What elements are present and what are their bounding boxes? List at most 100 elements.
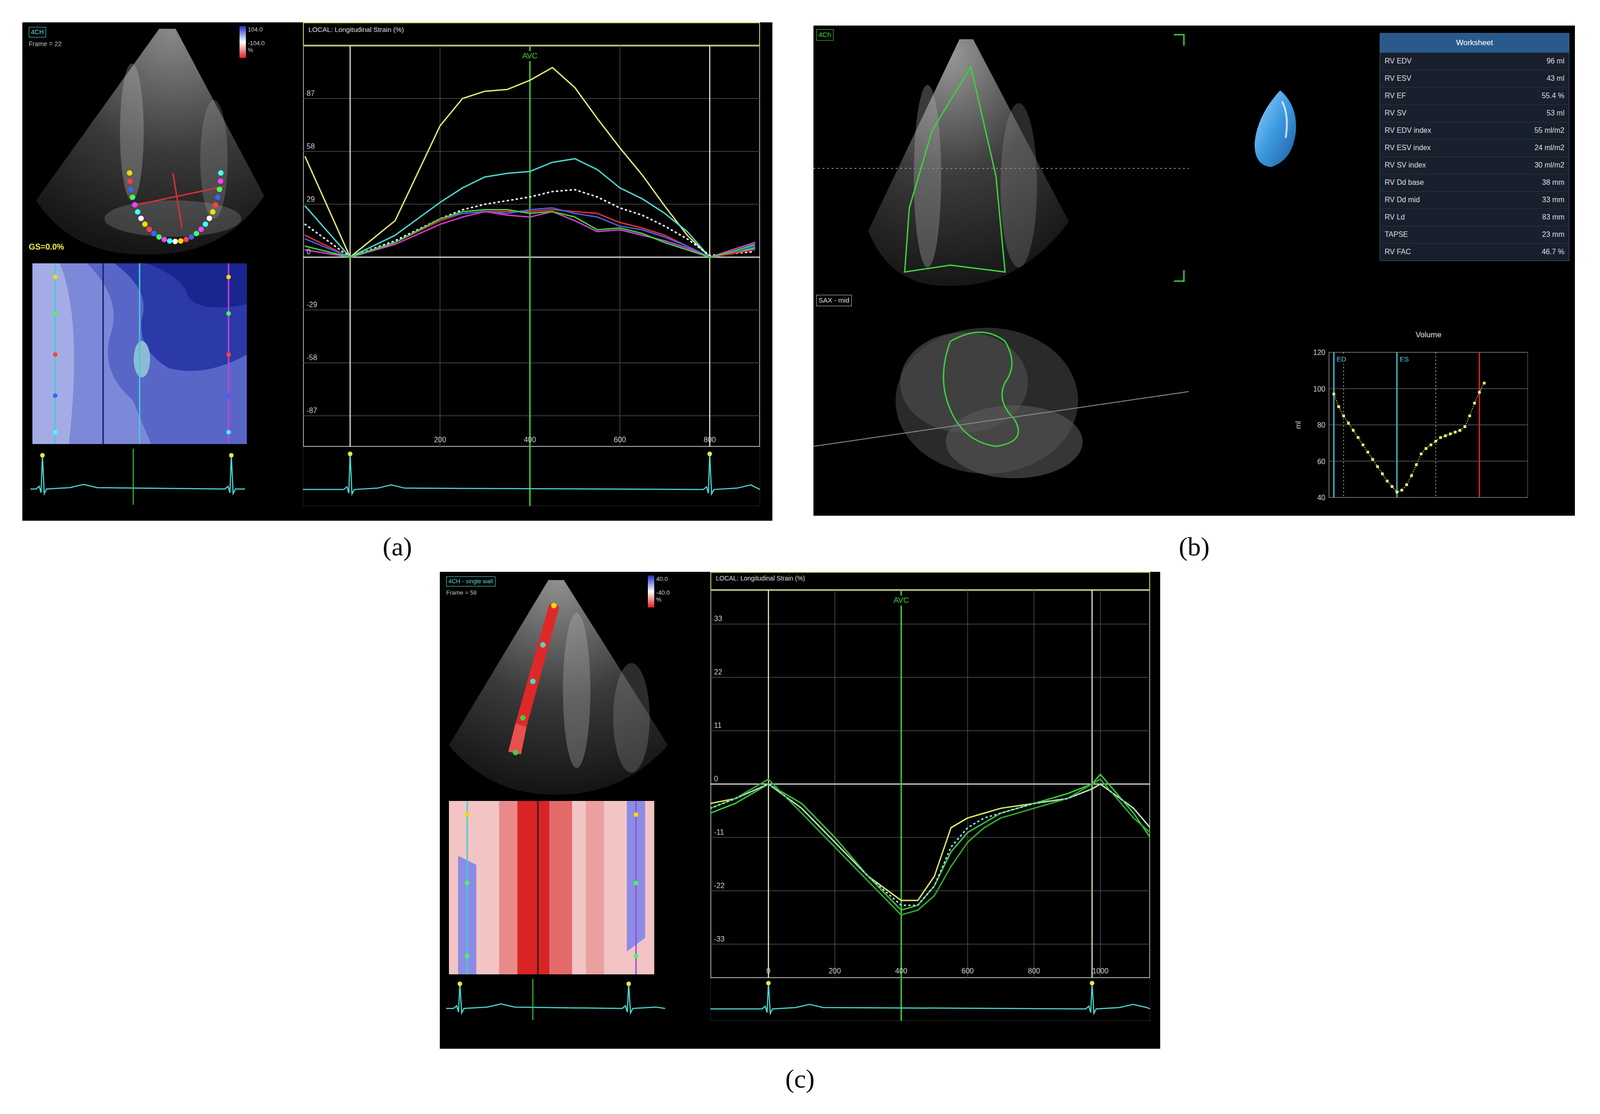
strain-map [448, 800, 655, 975]
grid-line [439, 45, 441, 447]
volume-point [1429, 443, 1433, 447]
volume-point [1395, 490, 1399, 494]
echo-view: 4CH - single wall Frame = 58 40.0 -40.0 … [439, 571, 673, 797]
volume-point [1371, 458, 1375, 461]
volume-point [1351, 428, 1355, 432]
chart-title: LOCAL: Longitudinal Strain (%) [308, 25, 404, 34]
row-value: 55.4 % [1541, 90, 1565, 102]
x-tick-label: 200 [433, 435, 447, 444]
volume-point [1347, 421, 1350, 425]
phase-label: ES [1399, 354, 1409, 363]
ecg-strip [30, 448, 268, 505]
event-line [708, 45, 711, 447]
end-line [1478, 352, 1481, 498]
y-tick-label: 40 [1317, 493, 1326, 502]
volume-point [1478, 390, 1481, 394]
caption: (a) [382, 531, 412, 562]
frame-label: Frame = 58 [446, 588, 496, 598]
volume-chart: EDES120100806040ml [1290, 347, 1528, 512]
grid-line [1328, 460, 1528, 462]
volume-point [1448, 432, 1452, 436]
r-peak-dot [40, 453, 45, 458]
echo-view: 4Ch [813, 25, 1189, 292]
y-tick-label: 87 [306, 89, 315, 98]
ecg-trace [30, 455, 245, 494]
y-tick-label: 11 [714, 721, 722, 730]
y-tick-label: -11 [714, 828, 725, 836]
strain-chart: 8758290-29-58-87200400600800AVC [302, 45, 761, 447]
row-value: 43 ml [1546, 72, 1565, 84]
strain-curve [305, 189, 755, 258]
row-value: 33 mm [1542, 194, 1565, 206]
grid-line [710, 623, 1151, 625]
grid-line [710, 943, 1151, 945]
strain-curve [305, 158, 755, 258]
y-tick-label: 0 [306, 247, 311, 256]
row-label: RV Dd base [1384, 177, 1424, 188]
y-tick-label: -58 [306, 353, 318, 362]
row-label: RV SV [1384, 107, 1407, 119]
grid-line [302, 362, 761, 364]
strain-curve [710, 778, 1151, 915]
echo-image [813, 25, 1189, 292]
y-tick-label: 120 [1313, 348, 1326, 357]
chart-header: LOCAL: Longitudinal Strain (%) [302, 22, 761, 46]
echo-image [439, 571, 673, 797]
row-value: 96 ml [1546, 55, 1565, 67]
grid-line [1328, 388, 1528, 390]
volume-point [1434, 439, 1438, 443]
row-label: RV EDV [1384, 55, 1412, 67]
grid-line [302, 151, 761, 152]
event-line [1343, 352, 1345, 498]
avc-label: AVC [522, 51, 538, 61]
row-value: 55 ml/m2 [1534, 125, 1565, 136]
x-tick-label: 800 [703, 435, 716, 444]
y-tick-label: 100 [1313, 385, 1326, 393]
panel-b: 4Ch SAX - mid [813, 25, 1575, 516]
strain-curve [305, 67, 755, 258]
grid-line [302, 415, 761, 417]
volume-point [1453, 430, 1457, 434]
worksheet-row: RV FAC46.7 % [1380, 243, 1569, 261]
color-scale: 104.0 -104.0 % [239, 26, 265, 58]
volume-point [1405, 483, 1408, 486]
x-tick-label: 200 [828, 966, 841, 975]
avc-label: AVC [893, 595, 909, 605]
y-tick-label: 58 [306, 142, 315, 151]
grid-line [302, 256, 761, 258]
volume-point [1342, 414, 1345, 417]
global-strain: GS=0.0% [28, 240, 65, 254]
ecg-trace [302, 453, 761, 495]
x-tick-label: 0 [766, 966, 771, 975]
x-tick-label: 400 [523, 435, 537, 444]
r-peak-dot [457, 981, 463, 986]
r-peak-dot [626, 981, 631, 986]
r-peak-dot [766, 980, 771, 986]
panel-a: 4CH Frame = 22 104.0 -104.0 % GS=0.0% [22, 22, 773, 521]
volume-point [1419, 452, 1423, 456]
row-label: RV ESV index [1384, 142, 1431, 154]
view-label: 4CH [28, 26, 47, 38]
y-axis-label: ml [1294, 421, 1303, 429]
volume-point [1473, 401, 1476, 405]
rv-3d-model [1188, 32, 1363, 323]
strain-chart: 3322110-11-22-3302004006008001000AVC [710, 589, 1151, 978]
ecg-strip [710, 977, 1151, 1021]
volume-point [1386, 479, 1389, 483]
grid-line [619, 45, 621, 447]
volume-point [1375, 464, 1379, 468]
strain-curve [305, 209, 755, 258]
grid-line [302, 309, 761, 311]
volume-point [1381, 472, 1384, 475]
phase-label: ED [1336, 354, 1347, 363]
worksheet-row: RV EDV index55 ml/m2 [1380, 121, 1569, 140]
r-peak-dot [347, 451, 353, 457]
volume-point [1482, 381, 1486, 385]
row-value: 53 ml [1546, 107, 1565, 119]
avc-line [529, 45, 531, 447]
volume-point [1332, 392, 1336, 396]
grid-line [710, 783, 1151, 785]
volume-point [1443, 434, 1447, 438]
volume-point [1458, 428, 1462, 432]
strain-curve [710, 783, 1151, 901]
